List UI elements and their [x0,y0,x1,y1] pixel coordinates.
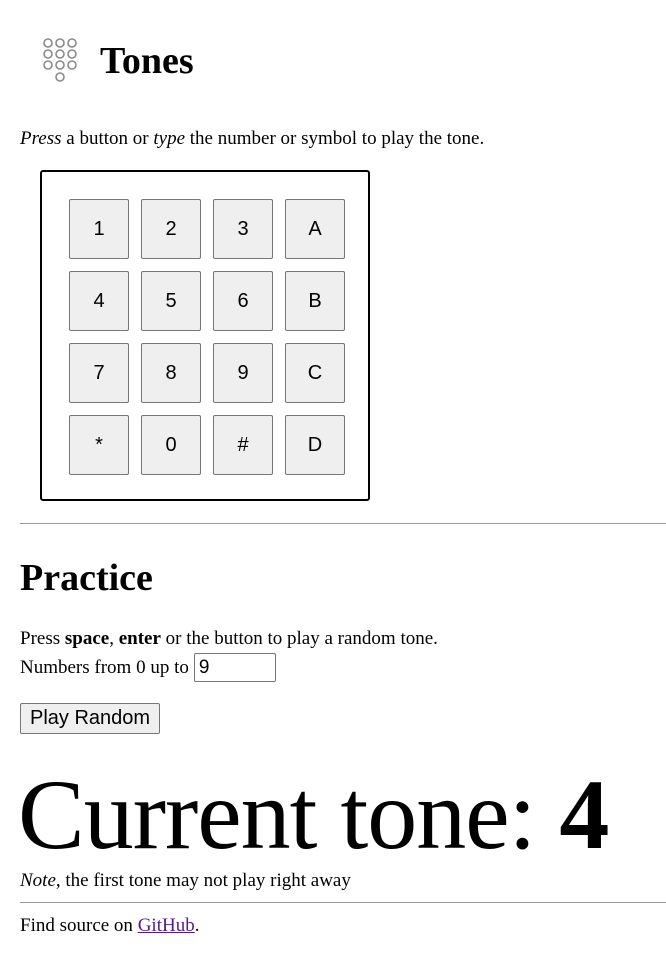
footer-prefix: Find source on [20,915,138,936]
max-number-input[interactable] [193,653,276,682]
note-body: , the first tone may not play right away [55,870,351,891]
intro-text-1: a button or [61,128,154,149]
intro-type: type [153,128,186,149]
key-1-button[interactable]: 1 [69,199,129,259]
key-space-label: space [64,628,110,649]
key-4-button[interactable]: 4 [69,271,129,331]
instruction-prefix: Press [20,628,65,649]
practice-title: Practice [20,557,153,599]
github-link[interactable]: GitHub [138,915,195,936]
instruction-suffix: or the button to play a random tone. [160,628,438,649]
divider [20,523,666,524]
footer: Find source on GitHub. [20,914,199,938]
note-text: Note, the first tone may not play right … [20,869,351,893]
intro-text-2: the number or symbol to play the tone. [185,128,485,149]
key-6-button[interactable]: 6 [213,271,273,331]
key-star-button[interactable]: * [69,415,129,475]
key-d-button[interactable]: D [285,415,345,475]
key-0-button[interactable]: 0 [141,415,201,475]
practice-instructions: Press space, enter or the button to play… [20,627,438,651]
key-8-button[interactable]: 8 [141,343,201,403]
divider [20,902,666,903]
key-7-button[interactable]: 7 [69,343,129,403]
key-hash-button[interactable]: # [213,415,273,475]
page-title: Tones [100,40,194,82]
intro-text: Press a button or type the number or sym… [20,127,484,151]
key-2-button[interactable]: 2 [141,199,201,259]
key-enter-label: enter [118,628,161,649]
key-b-button[interactable]: B [285,271,345,331]
key-5-button[interactable]: 5 [141,271,201,331]
header [40,36,80,86]
dialpad-icon [43,38,77,82]
intro-press: Press [20,128,62,149]
current-tone: Current tone: 4 [18,759,609,870]
key-3-button[interactable]: 3 [213,199,273,259]
range-label: Numbers from 0 up to [20,656,189,678]
keypad: 1 2 3 A 4 5 6 B 7 8 9 C * 0 # D [40,170,370,501]
key-c-button[interactable]: C [285,343,345,403]
current-tone-value: 4 [559,759,609,870]
current-tone-label: Current tone: [18,759,560,870]
note-emph: Note [20,870,56,891]
play-random-button[interactable]: Play Random [20,703,161,734]
range-row: Numbers from 0 up to [20,653,276,682]
key-9-button[interactable]: 9 [213,343,273,403]
instruction-comma: , [109,628,119,649]
footer-suffix: . [194,915,200,936]
key-a-button[interactable]: A [285,199,345,259]
